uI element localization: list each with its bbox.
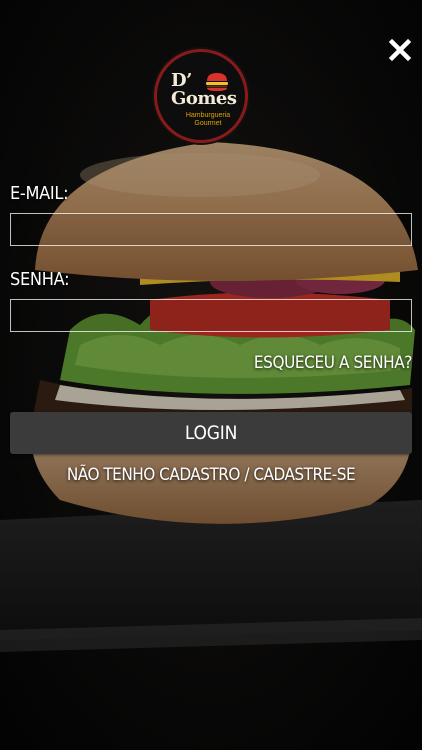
- login-button[interactable]: LOGIN: [10, 412, 412, 454]
- email-label: E-MAIL:: [10, 183, 69, 204]
- brand-subtitle-line2: Gourmet: [194, 120, 222, 127]
- close-button[interactable]: [388, 38, 412, 62]
- burger-icon: [205, 72, 229, 97]
- forgot-password-link[interactable]: ESQUECEU A SENHA?: [254, 353, 412, 373]
- password-label: SENHA:: [10, 269, 70, 290]
- password-field[interactable]: [10, 299, 412, 332]
- brand-logo: D’ Gomes Hamburgueria Gourmet: [154, 49, 248, 143]
- close-icon: [388, 38, 412, 62]
- brand-subtitle-line1: Hamburgueria: [185, 112, 231, 119]
- brand-name: D’ Gomes: [157, 72, 245, 108]
- email-field[interactable]: [10, 213, 412, 246]
- register-link[interactable]: NÃO TENHO CADASTRO / CADASTRE-SE: [0, 465, 422, 485]
